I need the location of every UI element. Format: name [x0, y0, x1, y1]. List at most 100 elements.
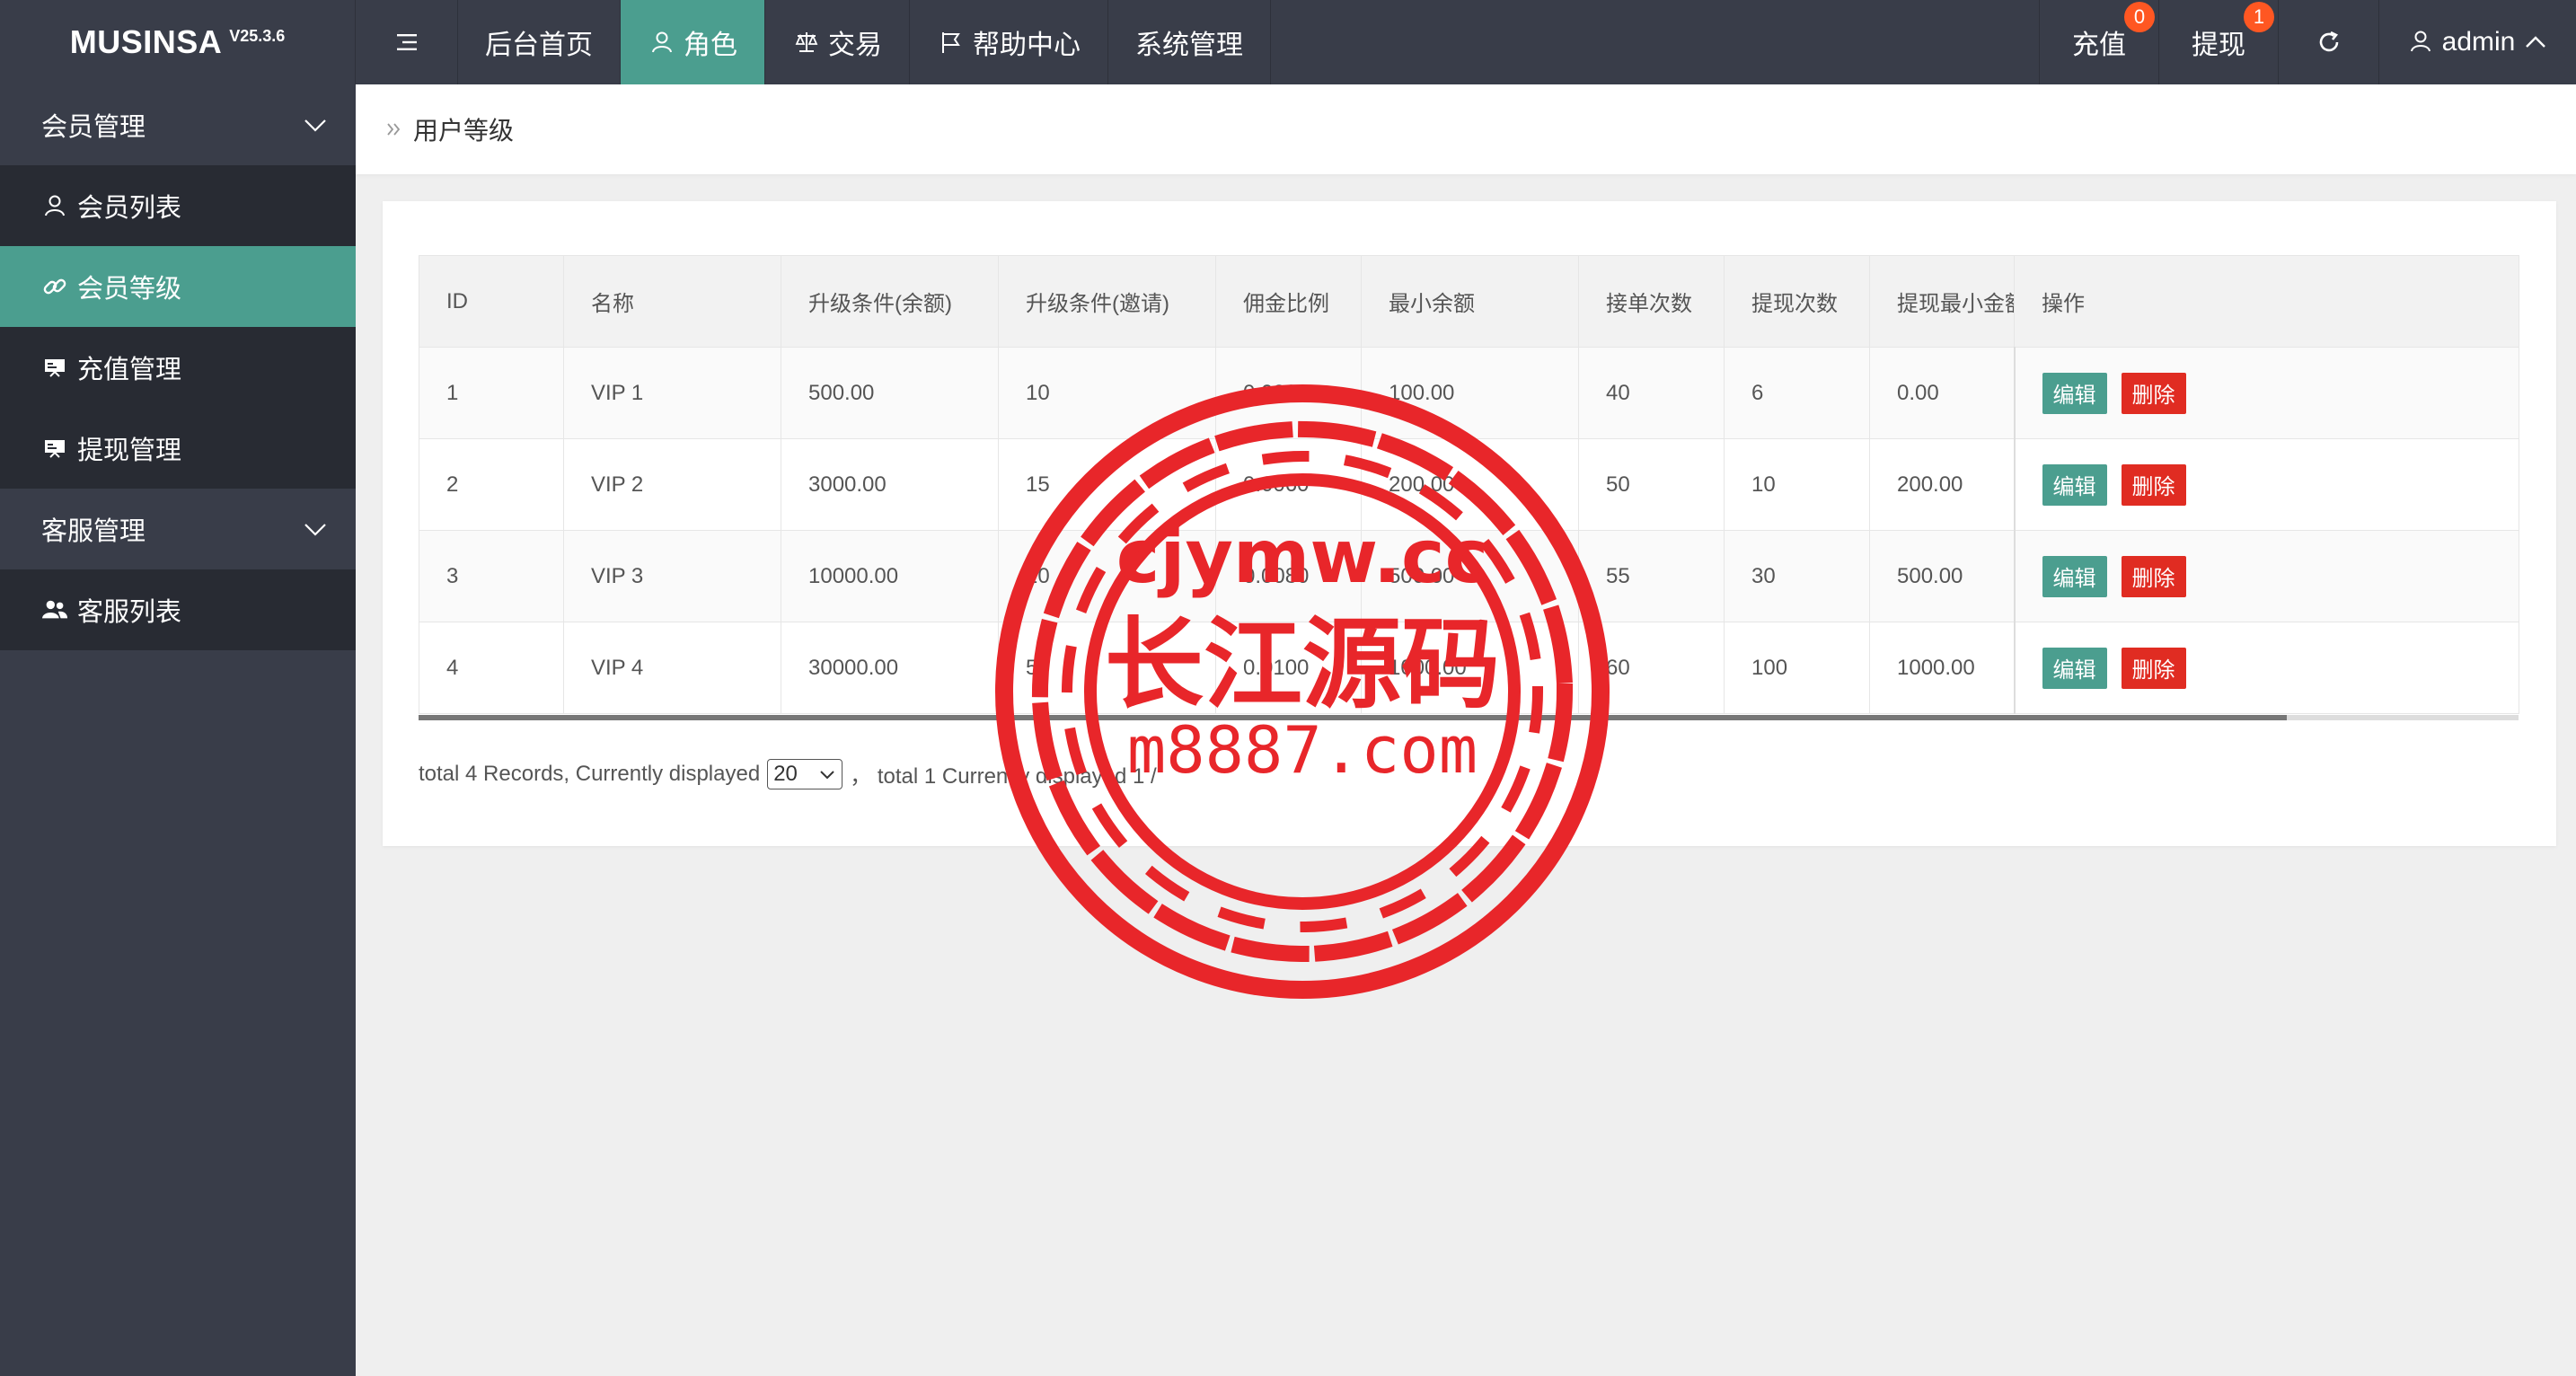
- cell: 3000.00: [781, 438, 999, 531]
- col-header[interactable]: 升级条件(余额): [781, 255, 999, 348]
- cell: 10000.00: [781, 530, 999, 622]
- sidebar-item-service-list[interactable]: 客服列表: [0, 569, 356, 650]
- pagination: total 4 Records, Currently displayed 20 …: [419, 758, 1157, 789]
- refresh-button[interactable]: [2278, 0, 2378, 84]
- cell: 10: [998, 347, 1216, 439]
- nav-home-label: 后台首页: [485, 31, 593, 60]
- col-header[interactable]: 升级条件(邀请): [998, 255, 1216, 348]
- version-label: V25.3.6: [229, 26, 286, 45]
- sidebar-item-label: 充值管理: [77, 356, 182, 384]
- sidebar-item-label: 会员等级: [77, 275, 182, 304]
- withdraw-label: 提现: [2192, 31, 2245, 60]
- pager-after-text: ， total 1 Currently displayed 1 /: [850, 764, 1157, 789]
- nav-system-label: 系统管理: [1135, 31, 1243, 60]
- chevron-down-icon: [818, 765, 836, 783]
- screen-icon: [41, 435, 68, 462]
- cell: 1: [419, 347, 564, 439]
- recharge-badge: 0: [2124, 2, 2155, 32]
- cell: 0.00: [1869, 347, 2015, 439]
- table-row: 2 VIP 2 3000.00 15 0.0060 200.00 50 10 2…: [419, 438, 2519, 531]
- breadcrumb-current: 用户等级: [413, 117, 515, 145]
- ops-cell: 编辑 删除: [2013, 438, 2519, 531]
- cell: 15: [998, 438, 1216, 531]
- ops-cell: 编辑 删除: [2013, 347, 2519, 439]
- cell: 1000.00: [1869, 622, 2015, 714]
- sidebar-item-member-level[interactable]: 会员等级: [0, 246, 356, 327]
- delete-button[interactable]: 删除: [2121, 647, 2186, 689]
- refresh-icon: [2319, 31, 2338, 52]
- ops-cell: 编辑 删除: [2013, 530, 2519, 622]
- sidebar-item-member-list[interactable]: 会员列表: [0, 165, 356, 246]
- chevron-down-icon: [302, 516, 329, 542]
- cell: 200.00: [1361, 438, 1579, 531]
- recharge-button[interactable]: 充值 0: [2039, 0, 2158, 84]
- nav-trade-label: 交易: [828, 31, 882, 60]
- cell: 100: [1724, 622, 1870, 714]
- scrollbar-thumb[interactable]: [419, 715, 2287, 720]
- col-header[interactable]: 最小余额: [1361, 255, 1579, 348]
- cell: 200.00: [1869, 438, 2015, 531]
- pager-total-text: total 4 Records, Currently displayed: [419, 761, 761, 786]
- cell: 0.0080: [1215, 347, 1362, 439]
- nav-home[interactable]: 后台首页: [458, 0, 621, 84]
- edit-button[interactable]: 编辑: [2042, 555, 2107, 597]
- cell: VIP 1: [563, 347, 781, 439]
- cell: 500.00: [781, 347, 999, 439]
- nav-trade[interactable]: 交易: [765, 0, 910, 84]
- page-size-value: 20: [773, 761, 798, 786]
- delete-button[interactable]: 删除: [2121, 372, 2186, 414]
- edit-button[interactable]: 编辑: [2042, 647, 2107, 689]
- flag-icon: [937, 28, 966, 57]
- cell: 500.00: [1869, 530, 2015, 622]
- cell: 30: [1724, 530, 1870, 622]
- nav-help[interactable]: 帮助中心: [910, 0, 1108, 84]
- cell: 55: [1578, 530, 1725, 622]
- col-header[interactable]: 操作: [2014, 255, 2519, 348]
- user-menu[interactable]: admin: [2378, 0, 2576, 84]
- col-header[interactable]: 名称: [563, 255, 781, 348]
- cell: 4: [419, 622, 564, 714]
- users-icon: [41, 596, 68, 623]
- delete-button[interactable]: 删除: [2121, 463, 2186, 506]
- col-header[interactable]: 佣金比例: [1215, 255, 1362, 348]
- col-header[interactable]: 接单次数: [1578, 255, 1725, 348]
- cell: 3: [419, 530, 564, 622]
- sidebar-group-service[interactable]: 客服管理: [0, 489, 356, 569]
- user-icon: [41, 192, 68, 219]
- cell: VIP 4: [563, 622, 781, 714]
- cell: 0.0080: [1215, 530, 1362, 622]
- delete-button[interactable]: 删除: [2121, 555, 2186, 597]
- col-header[interactable]: ID: [419, 255, 564, 348]
- sidebar-item-withdraw[interactable]: 提现管理: [0, 408, 356, 489]
- logo[interactable]: MUSINSA V25.3.6: [0, 0, 356, 84]
- top-header: MUSINSA V25.3.6 后台首页 角色 交易 帮助中心 系统管理 充值 …: [0, 0, 2576, 84]
- withdraw-button[interactable]: 提现 1: [2158, 0, 2278, 84]
- sidebar-toggle-button[interactable]: [356, 0, 458, 84]
- col-header[interactable]: 提现次数: [1724, 255, 1870, 348]
- nav-role-label: 角色: [684, 31, 737, 60]
- nav-role[interactable]: 角色: [621, 0, 765, 84]
- page-size-select[interactable]: 20: [767, 758, 843, 789]
- recharge-label: 充值: [2072, 31, 2126, 60]
- content-card: ID 名称 升级条件(余额) 升级条件(邀请) 佣金比例 最小余额 接单次数 提…: [383, 201, 2556, 846]
- edit-button[interactable]: 编辑: [2042, 372, 2107, 414]
- cell: 20: [998, 530, 1216, 622]
- sidebar-group-member[interactable]: 会员管理: [0, 84, 356, 165]
- sidebar-item-recharge[interactable]: 充值管理: [0, 327, 356, 408]
- sidebar-item-label: 提现管理: [77, 437, 182, 465]
- cell: 6: [1724, 347, 1870, 439]
- top-nav: 后台首页 角色 交易 帮助中心 系统管理: [356, 0, 1271, 84]
- cell: 30000.00: [781, 622, 999, 714]
- menu-icon: [396, 34, 417, 50]
- double-chevron-right-icon: [383, 118, 406, 141]
- level-table: ID 名称 升级条件(余额) 升级条件(邀请) 佣金比例 最小余额 接单次数 提…: [419, 255, 2519, 714]
- cell: 100.00: [1361, 347, 1579, 439]
- col-header[interactable]: 提现最小金额: [1869, 255, 2015, 348]
- cell: 0.0060: [1215, 438, 1362, 531]
- edit-button[interactable]: 编辑: [2042, 463, 2107, 506]
- sidebar-group-label: 客服管理: [41, 517, 146, 546]
- nav-system[interactable]: 系统管理: [1108, 0, 1271, 84]
- table-row: 4 VIP 4 30000.00 50 0.0100 1000.00 60 10…: [419, 622, 2519, 714]
- cell: VIP 3: [563, 530, 781, 622]
- table-horizontal-scrollbar[interactable]: [419, 715, 2519, 720]
